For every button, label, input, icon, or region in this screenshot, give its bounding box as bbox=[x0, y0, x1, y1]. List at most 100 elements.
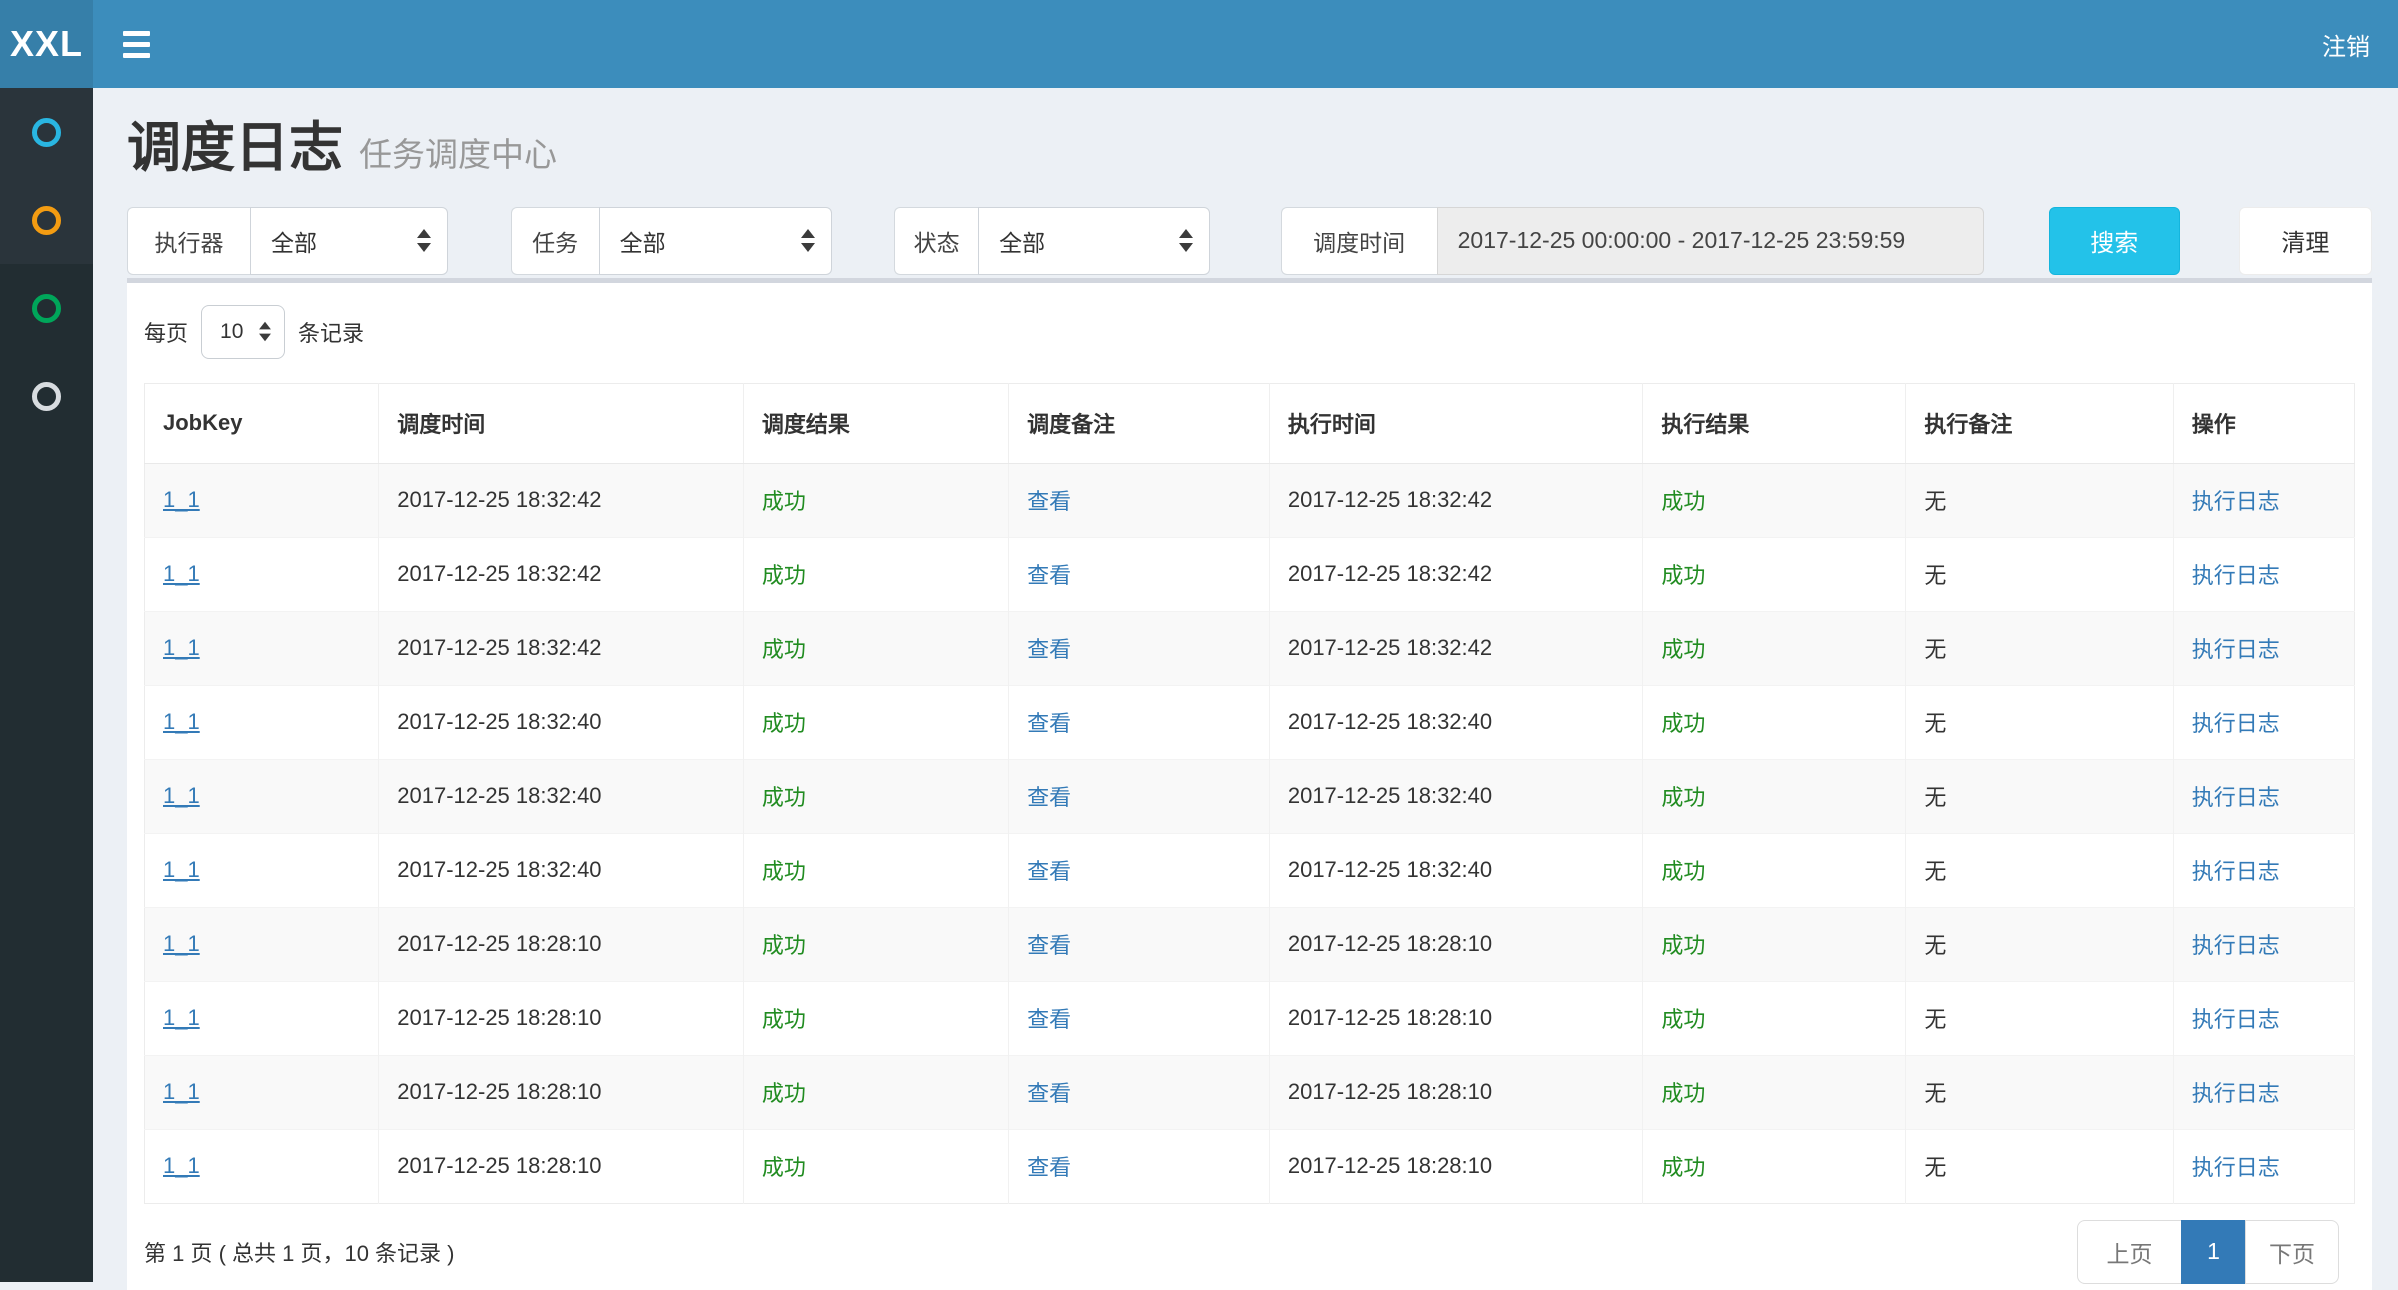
circle-outline-icon bbox=[32, 294, 61, 323]
job-filter-select[interactable]: 全部 bbox=[599, 207, 832, 275]
exec-log-link[interactable]: 执行日志 bbox=[2192, 785, 2280, 810]
handle-msg: 无 bbox=[1924, 1081, 1946, 1106]
handle-time: 2017-12-25 18:28:10 bbox=[1288, 931, 1492, 956]
jobkey-link[interactable]: 1_1 bbox=[163, 931, 200, 956]
handle-time: 2017-12-25 18:32:42 bbox=[1288, 635, 1492, 660]
trigger-time-filter-group: 调度时间 2017-12-25 00:00:00 - 2017-12-25 23… bbox=[1281, 207, 1984, 275]
page-title: 调度日志 bbox=[127, 120, 343, 177]
executor-filter-select[interactable]: 全部 bbox=[250, 207, 448, 275]
trigger-time: 2017-12-25 18:28:10 bbox=[397, 1153, 601, 1178]
jobkey-link[interactable]: 1_1 bbox=[163, 783, 200, 808]
sidebar-item-job-log[interactable] bbox=[0, 264, 93, 352]
jobkey-link[interactable]: 1_1 bbox=[163, 857, 200, 882]
jobkey-link[interactable]: 1_1 bbox=[163, 487, 200, 512]
handle-time: 2017-12-25 18:32:40 bbox=[1288, 709, 1492, 734]
page-size-select[interactable]: 10 bbox=[201, 305, 285, 359]
trigger-msg-link[interactable]: 查看 bbox=[1027, 637, 1071, 662]
select-spinner-icon bbox=[1179, 229, 1193, 252]
table-footer: 第 1 页 ( 总共 1 页，10 条记录 ) 上页 1 下页 bbox=[144, 1220, 2355, 1284]
exec-log-link[interactable]: 执行日志 bbox=[2192, 1081, 2280, 1106]
circle-outline-icon bbox=[32, 382, 61, 411]
logout-link[interactable]: 注销 bbox=[2294, 0, 2398, 88]
trigger-msg-link[interactable]: 查看 bbox=[1027, 711, 1071, 736]
search-button[interactable]: 搜索 bbox=[2049, 207, 2180, 275]
page-size-prefix: 每页 bbox=[144, 316, 188, 348]
exec-log-link[interactable]: 执行日志 bbox=[2192, 859, 2280, 884]
trigger-result: 成功 bbox=[762, 637, 806, 662]
handle-msg: 无 bbox=[1924, 1155, 1946, 1180]
sidebar-item-executor-manage[interactable] bbox=[0, 352, 93, 440]
trigger-result: 成功 bbox=[762, 1081, 806, 1106]
sidebar-item-job-manage[interactable] bbox=[0, 176, 93, 264]
table-row: 1_12017-12-25 18:28:10成功查看2017-12-25 18:… bbox=[145, 981, 2355, 1055]
sidebar-item-dashboard[interactable] bbox=[0, 88, 93, 176]
trigger-result: 成功 bbox=[762, 563, 806, 588]
pagination: 上页 1 下页 bbox=[2077, 1220, 2339, 1284]
prev-page-button[interactable]: 上页 bbox=[2077, 1220, 2182, 1284]
jobkey-link[interactable]: 1_1 bbox=[163, 1153, 200, 1178]
log-table-header-row: JobKey调度时间调度结果调度备注执行时间执行结果执行备注操作 bbox=[145, 383, 2355, 463]
handle-time: 2017-12-25 18:32:42 bbox=[1288, 561, 1492, 586]
executor-filter-value: 全部 bbox=[271, 224, 317, 258]
trigger-time-range-input[interactable]: 2017-12-25 00:00:00 - 2017-12-25 23:59:5… bbox=[1437, 207, 1984, 275]
handle-time: 2017-12-25 18:28:10 bbox=[1288, 1079, 1492, 1104]
trigger-msg-link[interactable]: 查看 bbox=[1027, 933, 1071, 958]
filter-bar: 执行器 全部 任务 全部 状态 全部 调度时间 2017-12-25 00: bbox=[127, 207, 2372, 275]
exec-log-link[interactable]: 执行日志 bbox=[2192, 563, 2280, 588]
handle-result: 成功 bbox=[1661, 637, 1705, 662]
trigger-msg-link[interactable]: 查看 bbox=[1027, 563, 1071, 588]
handle-time: 2017-12-25 18:32:40 bbox=[1288, 857, 1492, 882]
exec-log-link[interactable]: 执行日志 bbox=[2192, 1155, 2280, 1180]
jobkey-link[interactable]: 1_1 bbox=[163, 1005, 200, 1030]
jobkey-link[interactable]: 1_1 bbox=[163, 635, 200, 660]
column-header: 调度结果 bbox=[743, 383, 1008, 463]
handle-result: 成功 bbox=[1661, 489, 1705, 514]
jobkey-link[interactable]: 1_1 bbox=[163, 561, 200, 586]
exec-log-link[interactable]: 执行日志 bbox=[2192, 933, 2280, 958]
handle-result: 成功 bbox=[1661, 711, 1705, 736]
exec-log-link[interactable]: 执行日志 bbox=[2192, 1007, 2280, 1032]
handle-result: 成功 bbox=[1661, 785, 1705, 810]
exec-log-link[interactable]: 执行日志 bbox=[2192, 711, 2280, 736]
hamburger-icon bbox=[123, 31, 150, 58]
content-area: 调度日志 任务调度中心 执行器 全部 任务 全部 状态 全部 bbox=[93, 88, 2398, 1282]
trigger-msg-link[interactable]: 查看 bbox=[1027, 489, 1071, 514]
column-header: 执行时间 bbox=[1269, 383, 1642, 463]
executor-filter-group: 执行器 全部 bbox=[127, 207, 448, 275]
jobkey-link[interactable]: 1_1 bbox=[163, 1079, 200, 1104]
column-header: 操作 bbox=[2173, 383, 2354, 463]
handle-result: 成功 bbox=[1661, 1007, 1705, 1032]
trigger-time-filter-label: 调度时间 bbox=[1281, 207, 1437, 275]
column-header: 执行结果 bbox=[1643, 383, 1906, 463]
handle-msg: 无 bbox=[1924, 637, 1946, 662]
page-size-value: 10 bbox=[220, 320, 243, 344]
sidebar-toggle-button[interactable] bbox=[93, 0, 179, 88]
trigger-msg-link[interactable]: 查看 bbox=[1027, 1007, 1071, 1032]
exec-log-link[interactable]: 执行日志 bbox=[2192, 489, 2280, 514]
table-row: 1_1 2017-12-25 18:28:10 成功 查看 2017-12-25 18:… bbox=[145, 1055, 2355, 1129]
handle-time: 2017-12-25 18:28:10 bbox=[1288, 1005, 1492, 1030]
app-logo: XXL bbox=[0, 0, 93, 88]
status-filter-value: 全部 bbox=[999, 224, 1045, 258]
exec-log-link[interactable]: 执行日志 bbox=[2192, 637, 2280, 662]
trigger-result: 成功 bbox=[762, 1155, 806, 1180]
trigger-time: 2017-12-25 18:28:10 bbox=[397, 1079, 601, 1104]
status-filter-select[interactable]: 全部 bbox=[978, 207, 1210, 275]
trigger-msg-link[interactable]: 查看 bbox=[1027, 859, 1071, 884]
top-navbar: XXL 注销 bbox=[0, 0, 2398, 88]
status-filter-label: 状态 bbox=[894, 207, 978, 275]
jobkey-link[interactable]: 1_1 bbox=[163, 709, 200, 734]
job-filter-group: 任务 全部 bbox=[511, 207, 832, 275]
trigger-msg-link[interactable]: 查看 bbox=[1027, 785, 1071, 810]
table-row: 1_12017-12-25 18:32:40成功查看2017-12-25 18:… bbox=[145, 685, 2355, 759]
handle-time: 2017-12-25 18:28:10 bbox=[1288, 1153, 1492, 1178]
current-page-button[interactable]: 1 bbox=[2181, 1220, 2246, 1284]
trigger-result: 成功 bbox=[762, 489, 806, 514]
handle-msg: 无 bbox=[1924, 859, 1946, 884]
next-page-button[interactable]: 下页 bbox=[2245, 1220, 2339, 1284]
table-row: 1_12017-12-25 18:32:40成功查看2017-12-25 18:… bbox=[145, 759, 2355, 833]
trigger-msg-link[interactable]: 查看 bbox=[1027, 1155, 1071, 1180]
clear-button[interactable]: 清理 bbox=[2239, 207, 2372, 275]
select-spinner-icon bbox=[417, 229, 431, 252]
trigger-msg-link[interactable]: 查看 bbox=[1027, 1081, 1071, 1106]
